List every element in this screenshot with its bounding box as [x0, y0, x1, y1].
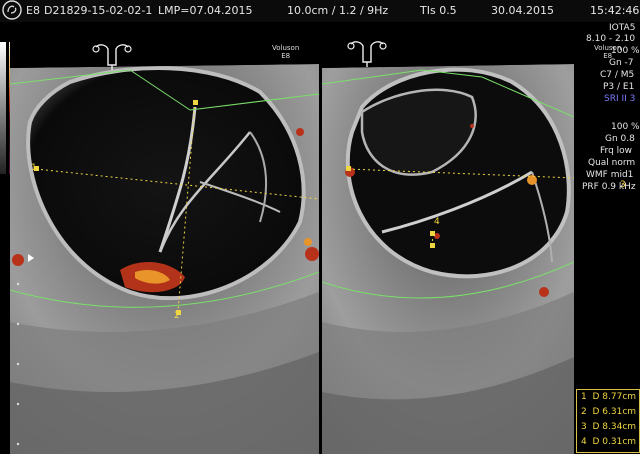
- gain-value: Gn -7: [609, 58, 634, 68]
- right-scan-image: [322, 22, 574, 454]
- measurement-row: 3 D 8.34cm: [581, 422, 637, 432]
- quality-mode: Qual norm: [588, 158, 636, 168]
- freq-range: 8.10 - 2.10: [586, 34, 636, 44]
- left-ultrasound-view[interactable]: [10, 22, 319, 454]
- right-ultrasound-view[interactable]: [322, 22, 574, 454]
- marker-2: 2: [174, 311, 180, 321]
- preset-name: IOTA5: [609, 23, 636, 33]
- uterus-orientation-icon: [347, 41, 387, 67]
- wmf-setting: WMF mid1: [586, 170, 634, 180]
- status-bar: E8 D21829-15-02-02-1 LMP=07.04.2015 10.0…: [0, 0, 640, 22]
- exam-date: 30.04.2015: [491, 4, 554, 17]
- power-level: 100 %: [611, 46, 640, 56]
- frequency-mode: Frq low: [600, 146, 633, 156]
- left-scan-image: [10, 22, 319, 454]
- cfm-power: 100 %: [611, 122, 640, 132]
- persist-setting: P3 / E1: [603, 82, 635, 92]
- marker-1: 1: [31, 163, 37, 173]
- exam-id: D21829-15-02-02-1: [44, 4, 153, 17]
- sri-setting: SRI II 3: [604, 94, 636, 104]
- measurement-row: 1 D 8.77cm: [581, 392, 637, 402]
- uterus-orientation-icon: [92, 44, 132, 70]
- measurement-row: 4 D 0.31cm: [581, 437, 637, 447]
- prf-value: PRF 0.9 kHz: [582, 182, 636, 192]
- left-probe-label: Voluson E8: [272, 44, 300, 60]
- exam-time: 15:42:46: [590, 4, 640, 17]
- lmp-date: LMP=07.04.2015: [158, 4, 253, 17]
- logo-sub: E8: [26, 4, 40, 17]
- measurement-row: 2 D 6.31cm: [581, 407, 637, 417]
- ge-logo-icon: [2, 0, 22, 20]
- tis-value: TIs 0.5: [420, 4, 457, 17]
- marker-4: 4: [434, 217, 440, 227]
- depth-info: 10.0cm / 1.2 / 9Hz: [287, 4, 389, 17]
- cfm-gain: Gn 0.8: [605, 134, 635, 144]
- map-setting: C7 / M5: [600, 70, 635, 80]
- measurement-results: 1 D 8.77cm 2 D 6.31cm 3 D 8.34cm 4 D 0.3…: [576, 389, 640, 453]
